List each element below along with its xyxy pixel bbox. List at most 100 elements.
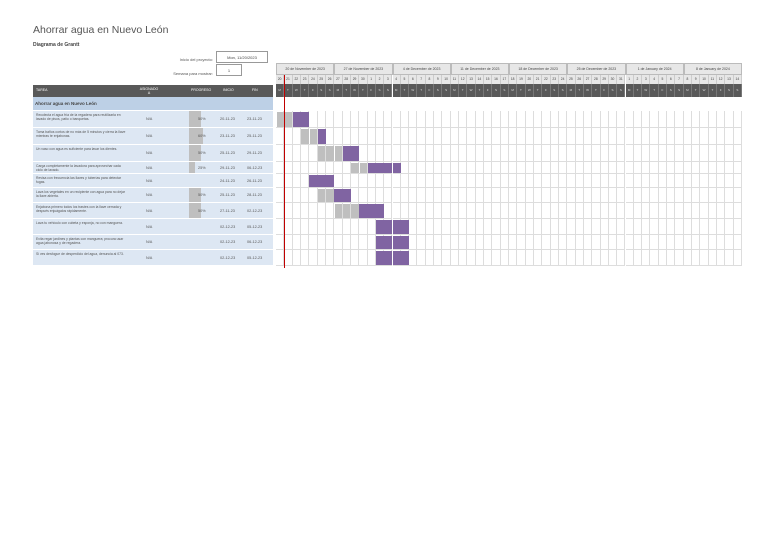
day-letter: S <box>500 84 509 97</box>
day-letter: T <box>517 84 526 97</box>
day-number: 12 <box>459 75 468 84</box>
day-letter: S <box>550 84 559 97</box>
gantt-bar-done <box>351 204 359 218</box>
grid-cell <box>500 250 509 266</box>
grid-cell <box>542 111 551 128</box>
grid-cell <box>533 174 543 188</box>
grid-cell <box>658 128 668 145</box>
grid-cell <box>400 128 410 145</box>
grid-cell <box>300 203 310 219</box>
table-row[interactable]: Recolecta el agua fría de la regadera pa… <box>33 111 273 128</box>
grid-cell <box>450 128 460 145</box>
grid-cell <box>500 219 509 235</box>
grid-cell <box>592 174 601 188</box>
grid-cell <box>409 235 418 250</box>
day-number: 10 <box>700 75 709 84</box>
task-name: Evita regar jardines y plantas con mangu… <box>36 237 124 245</box>
project-start-field[interactable]: Mon, 11/20/2023 <box>216 51 268 63</box>
grid-cell <box>467 188 476 203</box>
grid-cell <box>608 188 618 203</box>
day-letter: S <box>434 84 443 97</box>
task-name: Un vaso con agua es suficiente para lava… <box>36 147 118 151</box>
grid-cell <box>717 219 726 235</box>
grid-cell <box>467 111 476 128</box>
table-row[interactable]: Lava tu vehículo con cubeta y esponja, n… <box>33 219 273 235</box>
gantt-bar-done <box>309 129 318 144</box>
day-number: 8 <box>425 75 435 84</box>
grid-cell <box>517 219 526 235</box>
table-row[interactable]: Revisa con frecuencia las llaves y tuber… <box>33 174 273 188</box>
grid-cell <box>683 145 693 162</box>
grid-cell <box>708 111 718 128</box>
table-row[interactable]: Evita regar jardines y plantas con mangu… <box>33 235 273 250</box>
grid-cell <box>700 188 709 203</box>
grid-cell <box>500 111 509 128</box>
grid-cell <box>558 145 568 162</box>
grid-cell <box>542 174 551 188</box>
grid-cell <box>459 174 468 188</box>
grid-cell <box>675 111 684 128</box>
grid-cell <box>675 145 684 162</box>
grid-cell <box>625 203 634 219</box>
grid-cell <box>484 174 493 188</box>
grid-cell <box>384 174 393 188</box>
grid-cell <box>625 162 634 174</box>
day-letter: S <box>733 84 742 97</box>
sheet-title: Ahorrar agua en Nuevo León <box>33 24 169 36</box>
grid-cell <box>409 111 418 128</box>
day-letter: S <box>384 84 393 97</box>
day-number: 25 <box>567 75 576 84</box>
grid-cell <box>708 219 718 235</box>
grid-cell <box>717 203 726 219</box>
gantt-bar <box>392 251 401 265</box>
grid-cell <box>667 111 676 128</box>
week-label: Semana para mostrar: <box>173 71 213 76</box>
day-letter: T <box>300 84 310 97</box>
grid-cell <box>592 219 601 235</box>
day-number: 8 <box>683 75 693 84</box>
day-letter: T <box>342 84 351 97</box>
grid-cell <box>717 188 726 203</box>
grid-cell <box>450 188 460 203</box>
grid-cell <box>359 235 368 250</box>
gantt-bar <box>375 204 385 218</box>
grid-cell <box>484 162 493 174</box>
start-date: 23-11-23 <box>220 134 235 138</box>
grid-cell <box>725 128 734 145</box>
grid-cell <box>350 188 360 203</box>
gantt-bar <box>342 189 351 202</box>
week-field[interactable]: 1 <box>216 64 242 76</box>
header-end: FIN <box>252 88 258 92</box>
table-row[interactable]: Lava los vegetales en un recipiente con … <box>33 188 273 203</box>
grid-cell <box>350 235 360 250</box>
grid-cell <box>309 145 318 162</box>
grid-cell <box>509 235 518 250</box>
progress-value: 25% <box>198 165 206 170</box>
table-row[interactable]: Carga completamente la lavadora para apr… <box>33 162 273 174</box>
grid-cell <box>725 219 734 235</box>
day-number: 2 <box>633 75 643 84</box>
end-date: 02-12-23 <box>247 208 263 213</box>
grid-cell <box>467 145 476 162</box>
grid-cell <box>475 174 485 188</box>
grid-cell <box>367 219 376 235</box>
table-row[interactable]: Toma baños cortos de no más de 5 minutos… <box>33 128 273 145</box>
grid-cell <box>500 235 509 250</box>
grid-cell <box>400 174 410 188</box>
grid-cell <box>459 203 468 219</box>
day-number: 17 <box>500 75 509 84</box>
grid-cell <box>434 219 443 235</box>
day-number: 14 <box>733 75 742 84</box>
table-row[interactable]: Un vaso con agua es suficiente para lava… <box>33 145 273 162</box>
table-row[interactable]: Si ves desfogue de desperdicio del agua,… <box>33 250 273 266</box>
table-row[interactable]: Enjabona primero todos los trastes con l… <box>33 203 273 219</box>
day-number: 14 <box>475 75 485 84</box>
grid-cell <box>300 145 310 162</box>
grid-cell <box>367 128 376 145</box>
group-row: Ahorrar agua en Nuevo León <box>33 97 273 110</box>
grid-cell <box>558 111 568 128</box>
assigned-to: N/A <box>146 117 153 121</box>
grid-cell <box>733 162 742 174</box>
grid-cell <box>608 219 618 235</box>
day-letter: W <box>642 84 651 97</box>
